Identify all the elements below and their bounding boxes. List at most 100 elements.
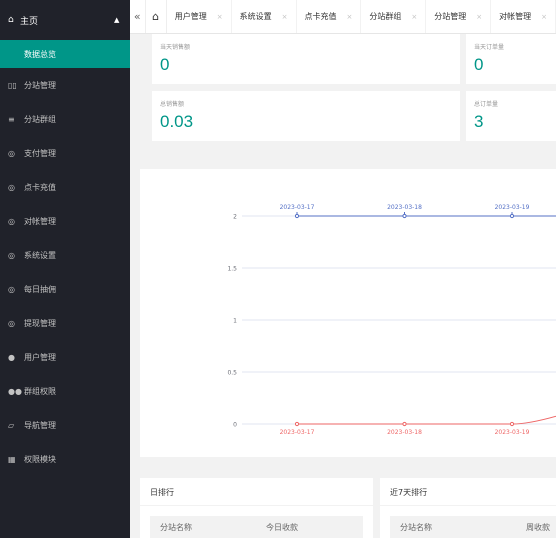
sidebar-item-label: 群组权限 xyxy=(24,386,56,396)
shield-icon: ◎ xyxy=(8,284,15,294)
shield-icon: ◎ xyxy=(8,318,15,328)
y-tick-label: 0 xyxy=(233,422,237,429)
sidebar-item-5[interactable]: ◎ 系统设置 xyxy=(0,238,130,272)
stat-value: 0 xyxy=(160,55,170,74)
tab-scroll-left-button[interactable]: « xyxy=(130,0,146,33)
stat-card-total-sales: 总销售额 0.03 xyxy=(152,91,460,141)
tab-label: 点卡充值 xyxy=(304,12,337,21)
group-icon: ≡ xyxy=(8,114,15,124)
sidebar-item-label: 提现管理 xyxy=(24,318,56,328)
stat-value: 3 xyxy=(474,112,484,131)
series-line-1 xyxy=(297,415,556,425)
sidebar-item-2[interactable]: ◎ 支付管理 xyxy=(0,136,130,170)
close-icon[interactable]: × xyxy=(541,13,547,21)
y-tick-label: 2 xyxy=(233,214,237,221)
daily-rank-col-amount: 今日收款 xyxy=(266,523,298,532)
tab-4[interactable]: 分站管理 × xyxy=(426,0,492,33)
tab-label: 分站管理 xyxy=(434,12,467,21)
close-icon[interactable]: × xyxy=(411,13,417,21)
series-point-1 xyxy=(509,421,515,427)
daily-rank-panel: 日排行 分站名称 今日收款 xyxy=(140,478,373,538)
sidebar-home[interactable]: ⌂ 主页 ▲ xyxy=(0,0,130,40)
shield-icon: ◎ xyxy=(8,216,15,226)
tab-0[interactable]: 用户管理 × xyxy=(167,0,232,33)
shield-icon: ◎ xyxy=(8,182,15,192)
user-icon: ● xyxy=(8,352,15,362)
series-point-1 xyxy=(294,421,300,427)
daily-rank-title: 日排行 xyxy=(150,488,174,497)
top-axis-label: 2023-03-19 xyxy=(495,204,530,211)
sidebar-item-8[interactable]: ● 用户管理 xyxy=(0,340,130,374)
stat-card-today-orders: 当天订单量 0 xyxy=(466,34,556,84)
sidebar-item-dashboard[interactable]: 数据总览 xyxy=(0,40,130,68)
series-point-1 xyxy=(402,421,407,427)
stat-card-total-orders: 总订单量 3 xyxy=(466,91,556,141)
users-icon: ●● xyxy=(8,386,22,396)
stat-card-today-sales: 当天销售额 0 xyxy=(152,34,460,84)
site-icon: ▯▯ xyxy=(8,80,17,90)
sidebar-item-label: 对帐管理 xyxy=(24,216,56,226)
sidebar-item-7[interactable]: ◎ 提现管理 xyxy=(0,306,130,340)
tab-home[interactable]: ⌂ xyxy=(145,0,167,33)
series-point-0 xyxy=(294,213,300,219)
close-icon[interactable]: × xyxy=(217,13,223,21)
weekly-rank-col-amount: 周收款 xyxy=(526,523,550,532)
daily-rank-col-site: 分站名称 xyxy=(160,523,192,532)
home-icon: ⌂ xyxy=(152,10,160,23)
sidebar-item-11[interactable]: ▦ 权限模块 xyxy=(0,442,130,476)
stat-label: 当天销售额 xyxy=(160,44,191,51)
sidebar-item-label: 分站管理 xyxy=(24,80,56,90)
shield-icon: ◎ xyxy=(8,250,15,260)
weekly-rank-panel: 近7天排行 分站名称 周收款 xyxy=(380,478,556,538)
tab-1[interactable]: 系统设置 × xyxy=(232,0,297,33)
series-point-0 xyxy=(509,213,515,219)
sidebar-item-label: 系统设置 xyxy=(24,250,56,260)
top-axis-label: 2023-03-18 xyxy=(387,204,422,211)
weekly-rank-col-site: 分站名称 xyxy=(400,523,432,532)
tab-bar: « ⌂ 用户管理 × 系统设置 × 点卡充值 × 分站群组 × 分站管理 × 对帐管理 × xyxy=(130,0,556,34)
close-icon[interactable]: × xyxy=(282,13,288,21)
sidebar-item-10[interactable]: ▱ 导航管理 xyxy=(0,408,130,442)
sidebar-item-9[interactable]: ●● 群组权限 xyxy=(0,374,130,408)
sidebar-item-label: 权限模块 xyxy=(24,454,56,464)
y-tick-label: 1 xyxy=(233,318,237,325)
sidebar-item-4[interactable]: ◎ 对帐管理 xyxy=(0,204,130,238)
daily-rank-header: 分站名称 今日收款 xyxy=(150,516,363,538)
sidebar-item-0[interactable]: ▯▯ 分站管理 xyxy=(0,68,130,102)
home-icon: ⌂ xyxy=(8,15,14,25)
stat-label: 总销售额 xyxy=(160,101,185,108)
sidebar-item-label: 用户管理 xyxy=(24,352,56,362)
tab-3[interactable]: 分站群组 × xyxy=(361,0,427,33)
tab-label: 对帐管理 xyxy=(499,12,532,21)
stat-value: 0 xyxy=(474,55,484,74)
sidebar-item-label: 点卡充值 xyxy=(24,182,56,192)
weekly-rank-title: 近7天排行 xyxy=(390,488,428,497)
sidebar-item-label: 导航管理 xyxy=(24,420,56,430)
y-tick-label: 1.5 xyxy=(227,266,237,273)
sales-chart: 2 1.5 1 0.5 0 2023-03-17 2023-03-18 2023-03-19 2… xyxy=(227,204,556,436)
tab-label: 分站群组 xyxy=(369,12,402,21)
y-tick-label: 0.5 xyxy=(227,370,237,377)
sidebar: ⌂ 主页 ▲ 数据总览 ▯▯ 分站管理 ≡ 分站群组 ◎ 支付管理 ◎ 点卡充值 ◎ 对帐管理 ◎ 系… xyxy=(0,0,130,538)
close-icon[interactable]: × xyxy=(476,13,482,21)
sidebar-home-label: 主页 xyxy=(20,16,39,27)
tab-5[interactable]: 对帐管理 × xyxy=(491,0,556,33)
tab-label: 系统设置 xyxy=(239,12,272,21)
stat-label: 当天订单量 xyxy=(474,44,505,51)
sidebar-item-label: 支付管理 xyxy=(24,148,56,158)
tab-2[interactable]: 点卡充值 × xyxy=(297,0,362,33)
bottom-axis-label: 2023-03-18 xyxy=(387,429,422,436)
sidebar-item-1[interactable]: ≡ 分站群组 xyxy=(0,102,130,136)
sales-chart-panel: 2 1.5 1 0.5 0 2023-03-17 2023-03-18 2023-03-19 2… xyxy=(140,169,556,457)
shield-icon: ◎ xyxy=(8,148,15,158)
weekly-rank-header: 分站名称 周收款 xyxy=(390,516,556,538)
module-icon: ▦ xyxy=(8,454,16,464)
sidebar-item-3[interactable]: ◎ 点卡充值 xyxy=(0,170,130,204)
nav-icon: ▱ xyxy=(8,420,15,430)
close-icon[interactable]: × xyxy=(347,13,353,21)
sidebar-item-label: 每日抽佣 xyxy=(24,284,56,294)
series-point-0 xyxy=(402,213,407,219)
sidebar-item-6[interactable]: ◎ 每日抽佣 xyxy=(0,272,130,306)
top-axis-label: 2023-03-17 xyxy=(280,204,315,211)
bottom-axis-label: 2023-03-17 xyxy=(280,429,315,436)
